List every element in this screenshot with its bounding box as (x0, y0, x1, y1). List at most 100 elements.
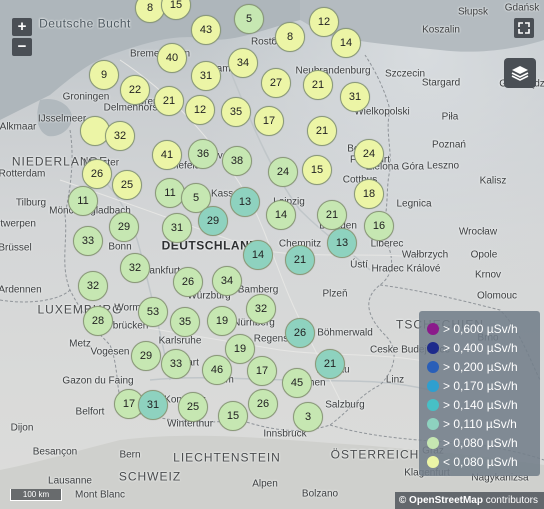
place-label: Wałbrzych (401, 249, 449, 261)
layers-icon (511, 66, 529, 81)
place-label: Wrocław (458, 226, 498, 238)
zoom-in-button[interactable]: + (12, 18, 32, 36)
place-label: Dijon (10, 422, 34, 434)
station-cluster-marker[interactable]: 45 (282, 368, 312, 398)
station-cluster-marker[interactable]: 24 (268, 157, 298, 187)
station-cluster-marker[interactable]: 43 (191, 15, 221, 45)
station-cluster-marker[interactable]: 3 (293, 402, 323, 432)
station-cluster-marker[interactable]: 34 (212, 266, 242, 296)
station-cluster-marker[interactable]: 25 (178, 392, 208, 422)
place-label: Bonn (108, 241, 132, 253)
legend-label: > 0,200 µSv/h (443, 360, 518, 374)
station-cluster-marker[interactable]: 21 (317, 200, 347, 230)
place-label: Piła (441, 111, 459, 123)
place-label: Poznań (432, 139, 466, 151)
place-label: Kalisz (479, 175, 507, 187)
place-label: Belfort (75, 406, 105, 418)
station-cluster-marker[interactable]: 12 (185, 95, 215, 125)
place-label: Besançon (32, 446, 78, 458)
station-cluster-marker[interactable]: 21 (315, 349, 345, 379)
place-label: Metz (69, 338, 91, 350)
zoom-control: + − (12, 18, 32, 58)
station-cluster-marker[interactable]: 36 (188, 139, 218, 169)
station-cluster-marker[interactable]: 17 (247, 356, 277, 386)
station-cluster-marker[interactable]: 14 (243, 240, 273, 270)
place-label: Ústí (350, 259, 368, 271)
station-cluster-marker[interactable]: 14 (331, 28, 361, 58)
station-cluster-marker[interactable]: 27 (261, 68, 291, 98)
station-cluster-marker[interactable]: 26 (82, 159, 112, 189)
station-cluster-marker[interactable]: 32 (246, 294, 276, 324)
station-cluster-marker[interactable]: 33 (161, 349, 191, 379)
layers-button[interactable] (504, 58, 536, 88)
station-cluster-marker[interactable]: 32 (105, 121, 135, 151)
place-label: Brüssel (0, 242, 32, 254)
legend-swatch (427, 418, 439, 430)
station-cluster-marker[interactable]: 53 (138, 297, 168, 327)
station-cluster-marker[interactable]: 11 (68, 186, 98, 216)
station-cluster-marker[interactable]: 11 (155, 178, 185, 208)
station-cluster-marker[interactable]: 25 (112, 170, 142, 200)
station-cluster-marker[interactable]: 26 (285, 318, 315, 348)
fullscreen-button[interactable] (514, 18, 534, 38)
station-cluster-marker[interactable]: 35 (170, 307, 200, 337)
legend-label: > 0,110 µSv/h (443, 417, 517, 431)
station-cluster-marker[interactable]: 32 (78, 271, 108, 301)
legend-item: > 0,110 µSv/h (427, 416, 517, 432)
station-cluster-marker[interactable]: 26 (248, 389, 278, 419)
place-label: Ardennen (0, 284, 42, 296)
station-cluster-marker[interactable]: 13 (230, 187, 260, 217)
place-label: IJsselmeer (37, 113, 87, 125)
station-cluster-marker[interactable]: 34 (228, 48, 258, 78)
legend-item: > 0,600 µSv/h (427, 321, 518, 337)
station-cluster-marker[interactable]: 31 (162, 213, 192, 243)
station-cluster-marker[interactable]: 22 (120, 75, 150, 105)
legend-label: > 0,600 µSv/h (443, 322, 518, 336)
station-cluster-marker[interactable]: 29 (109, 212, 139, 242)
station-cluster-marker[interactable]: 17 (254, 106, 284, 136)
legend-label: > 0,080 µSv/h (443, 436, 518, 450)
station-cluster-marker[interactable]: 31 (191, 61, 221, 91)
attribution-brand[interactable]: © OpenStreetMap (399, 495, 483, 506)
station-cluster-marker[interactable]: 26 (173, 267, 203, 297)
station-cluster-marker[interactable]: 35 (221, 97, 251, 127)
station-cluster-marker[interactable]: 38 (222, 146, 252, 176)
station-cluster-marker[interactable]: 21 (307, 116, 337, 146)
station-cluster-marker[interactable]: 46 (202, 355, 232, 385)
station-cluster-marker[interactable]: 29 (198, 206, 228, 236)
station-cluster-marker[interactable]: 15 (302, 155, 332, 185)
station-cluster-marker[interactable]: 14 (266, 200, 296, 230)
place-label: LIECHTENSTEIN (173, 450, 281, 465)
station-cluster-marker[interactable]: 16 (364, 211, 394, 241)
legend-item: > 0,400 µSv/h (427, 340, 518, 356)
place-label: Leszno (426, 160, 460, 172)
station-cluster-marker[interactable]: 19 (207, 306, 237, 336)
station-cluster-marker[interactable]: 40 (157, 43, 187, 73)
station-cluster-marker[interactable]: 31 (340, 82, 370, 112)
place-label: Linz (385, 374, 405, 386)
place-label: Gdańsk (504, 2, 540, 14)
place-label: Lausanne (48, 475, 92, 487)
station-cluster-marker[interactable]: 28 (83, 306, 113, 336)
station-cluster-marker[interactable]: 13 (327, 228, 357, 258)
station-cluster-marker[interactable]: 5 (234, 4, 264, 34)
station-cluster-marker[interactable]: 8 (275, 22, 305, 52)
station-cluster-marker[interactable]: 41 (152, 140, 182, 170)
place-label: ÖSTERREICH (330, 447, 420, 462)
station-cluster-marker[interactable]: 15 (218, 401, 248, 431)
station-cluster-marker[interactable]: 21 (303, 70, 333, 100)
station-cluster-marker[interactable]: 9 (89, 60, 119, 90)
station-cluster-marker[interactable]: 24 (354, 139, 384, 169)
scale-bar: 100 km (10, 489, 62, 501)
station-cluster-marker[interactable]: 31 (138, 390, 168, 420)
zoom-out-button[interactable]: − (12, 38, 32, 56)
station-cluster-marker[interactable]: 33 (73, 226, 103, 256)
station-cluster-marker[interactable]: 21 (154, 86, 184, 116)
station-cluster-marker[interactable]: 18 (354, 179, 384, 209)
station-cluster-marker[interactable]: 32 (120, 253, 150, 283)
map-attribution[interactable]: © OpenStreetMap contributors (394, 492, 544, 509)
legend-swatch (427, 323, 439, 335)
station-cluster-marker[interactable]: 21 (285, 245, 315, 275)
station-cluster-marker[interactable]: 29 (131, 341, 161, 371)
place-label: Hradec Králové (371, 263, 441, 275)
